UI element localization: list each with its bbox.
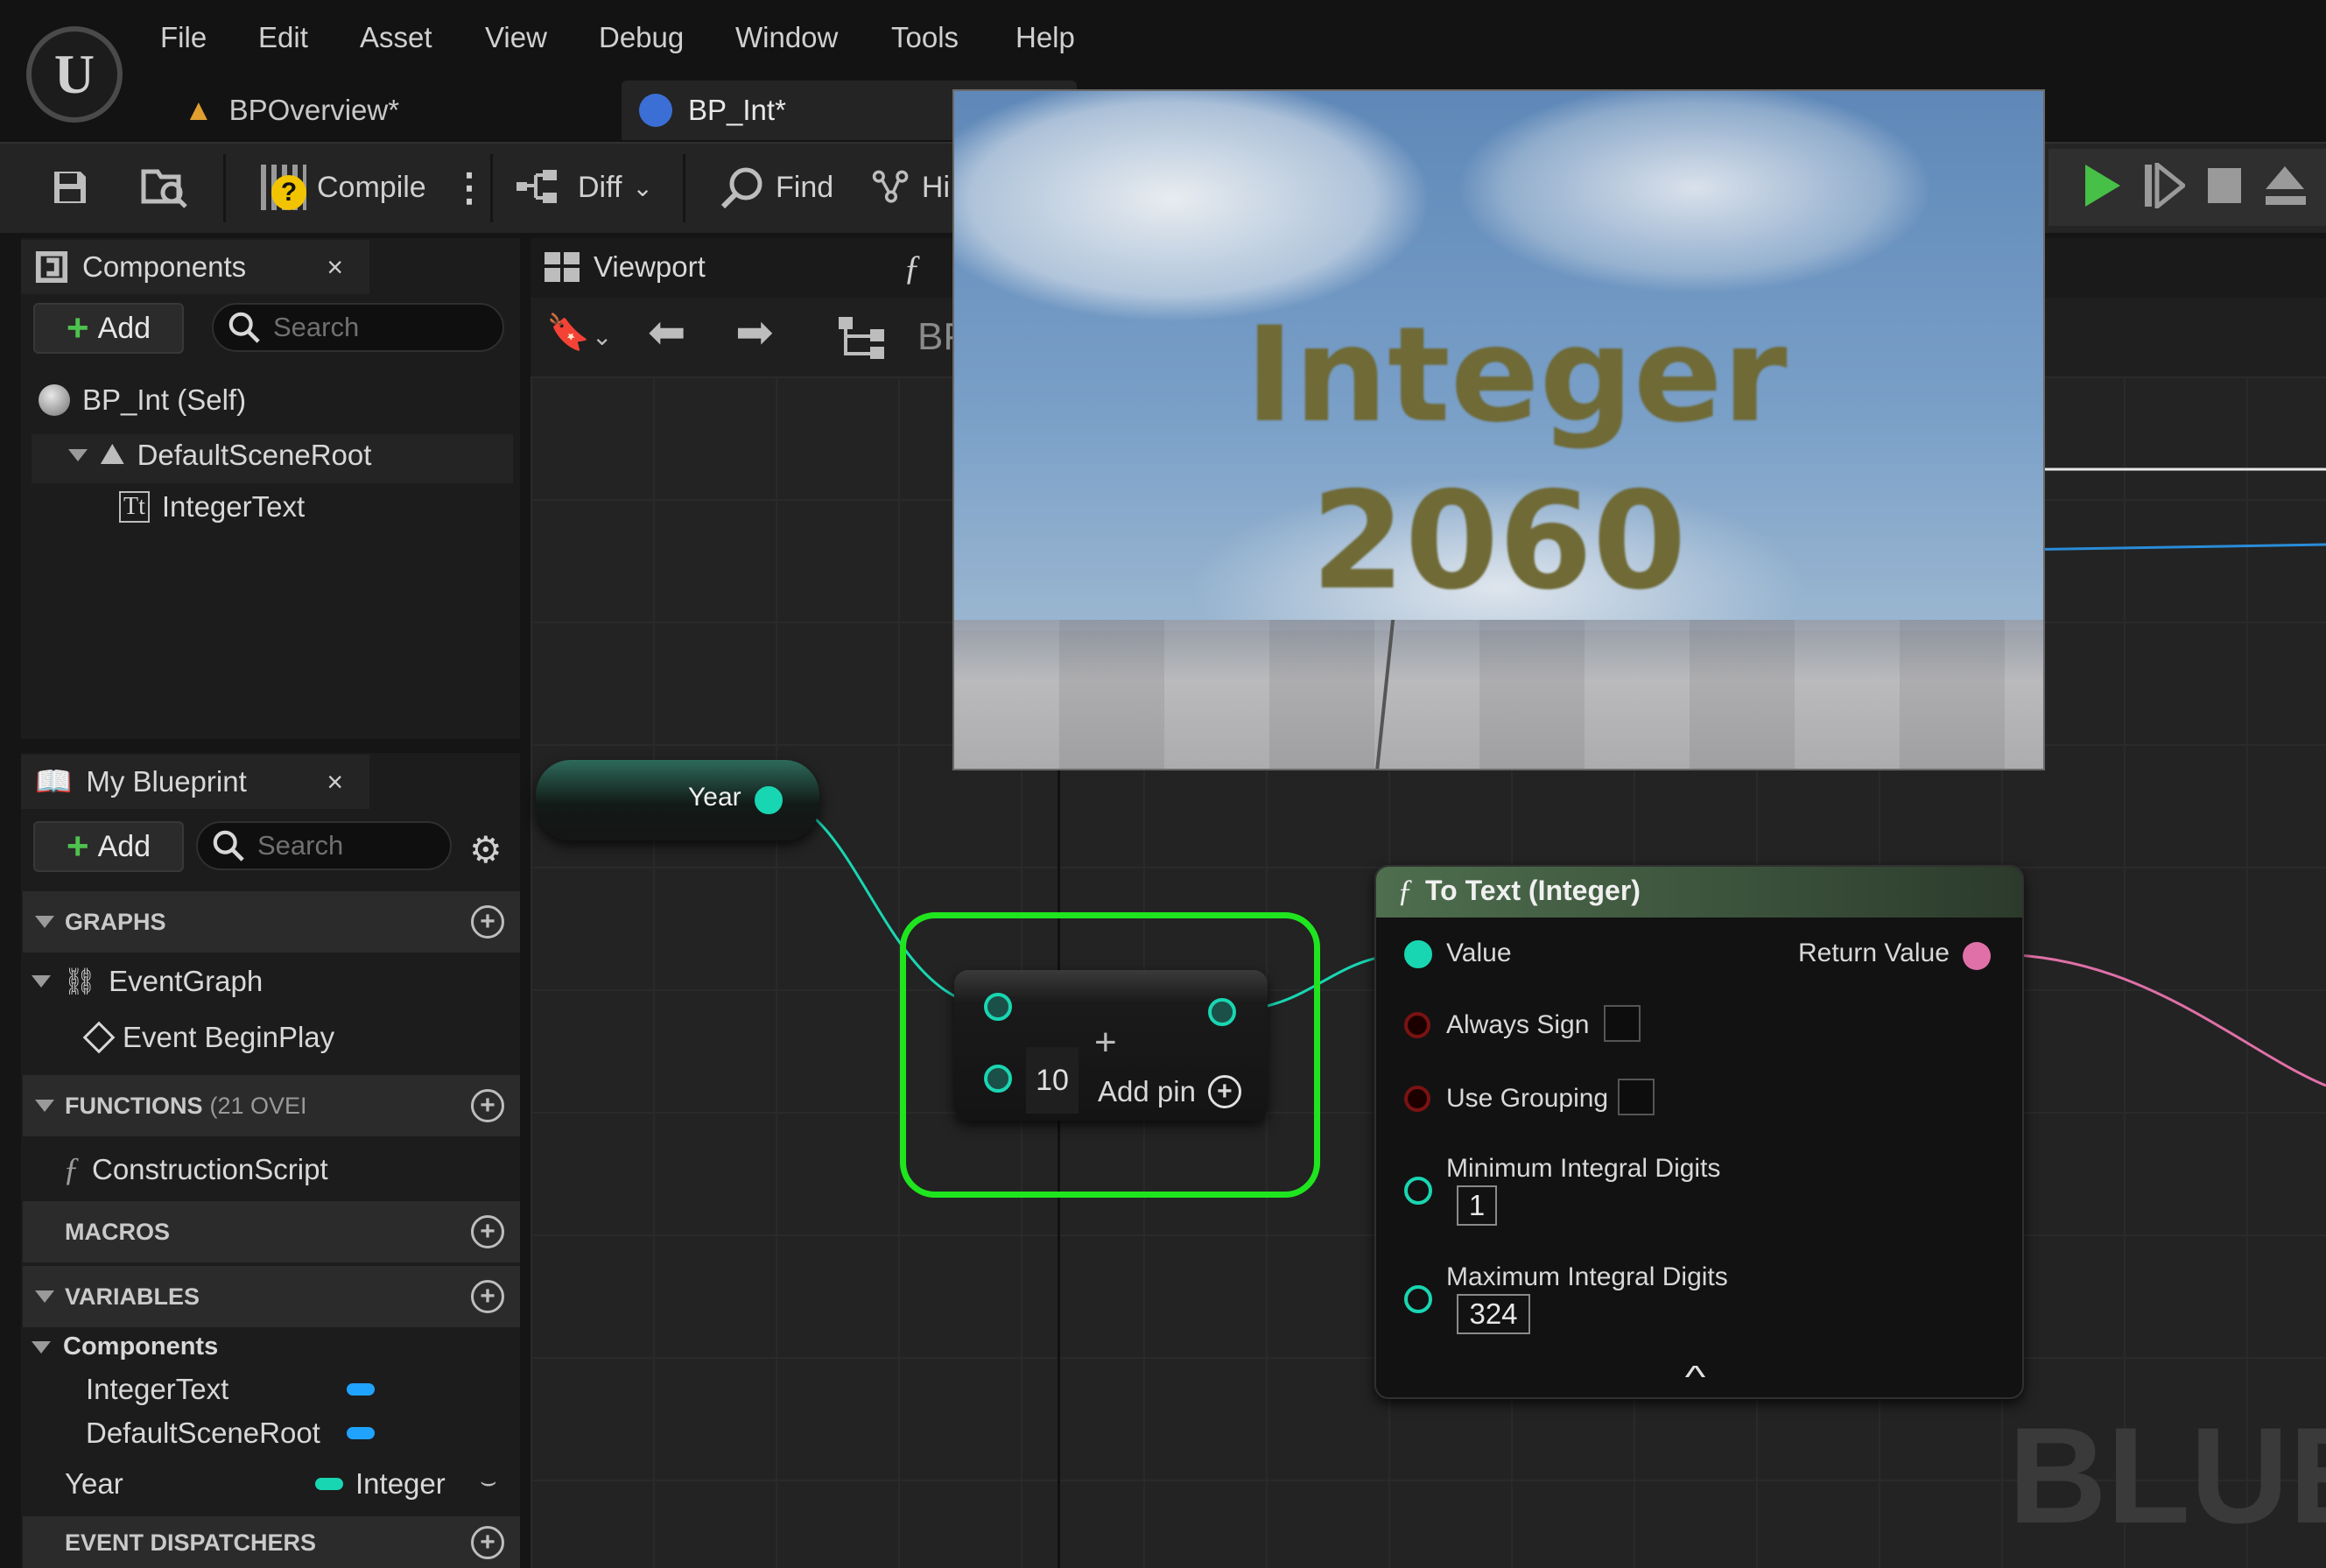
add-pin-button[interactable]: Add pin + [1098, 1075, 1241, 1108]
add-input-pin-b[interactable] [984, 1065, 1012, 1093]
return-value-label: Return Value [1798, 939, 1950, 967]
add-value-input[interactable]: 10 [1026, 1047, 1079, 1114]
year-output-pin[interactable] [755, 786, 783, 814]
function-icon: ƒ [1397, 873, 1413, 908]
use-grouping-label: Use Grouping [1446, 1084, 1609, 1113]
add-input-pin-a[interactable] [984, 993, 1012, 1021]
min-digits-pin[interactable] [1404, 1177, 1432, 1205]
integer-text-line1: Integer [1245, 299, 1788, 452]
use-grouping-pin[interactable] [1404, 1086, 1430, 1112]
max-digits-label: Maximum Integral Digits [1446, 1262, 1728, 1291]
always-sign-pin[interactable] [1404, 1012, 1430, 1038]
viewport-preview-window[interactable]: Integer 2060 [952, 89, 2045, 770]
min-digits-input[interactable]: 1 [1457, 1185, 1497, 1226]
max-digits-input[interactable]: 324 [1457, 1294, 1530, 1334]
add-pin-label: Add pin [1098, 1075, 1196, 1107]
blueprint-watermark: BLUEI [2008, 1408, 2326, 1544]
always-sign-checkbox[interactable] [1604, 1005, 1641, 1042]
max-digits-pin[interactable] [1404, 1285, 1432, 1313]
collapse-chevron-up-icon[interactable]: ^ [1685, 1359, 1706, 1396]
use-grouping-checkbox[interactable] [1618, 1079, 1655, 1115]
always-sign-label: Always Sign [1446, 1010, 1590, 1039]
plus-icon: + [1094, 1021, 1117, 1064]
year-node-label: Year [688, 783, 741, 812]
value-input-pin[interactable] [1404, 940, 1432, 968]
to-text-title: ƒ To Text (Integer) [1397, 872, 1641, 909]
return-value-pin[interactable] [1963, 942, 1991, 970]
add-circle-icon: + [1207, 1075, 1241, 1108]
min-digits-label: Minimum Integral Digits [1446, 1154, 1721, 1183]
value-label: Value [1446, 939, 1512, 967]
node-title-label: To Text (Integer) [1425, 874, 1641, 906]
floor-shade [954, 620, 2043, 769]
add-output-pin[interactable] [1208, 998, 1236, 1026]
integer-text-line2: 2060 [1311, 463, 1687, 620]
